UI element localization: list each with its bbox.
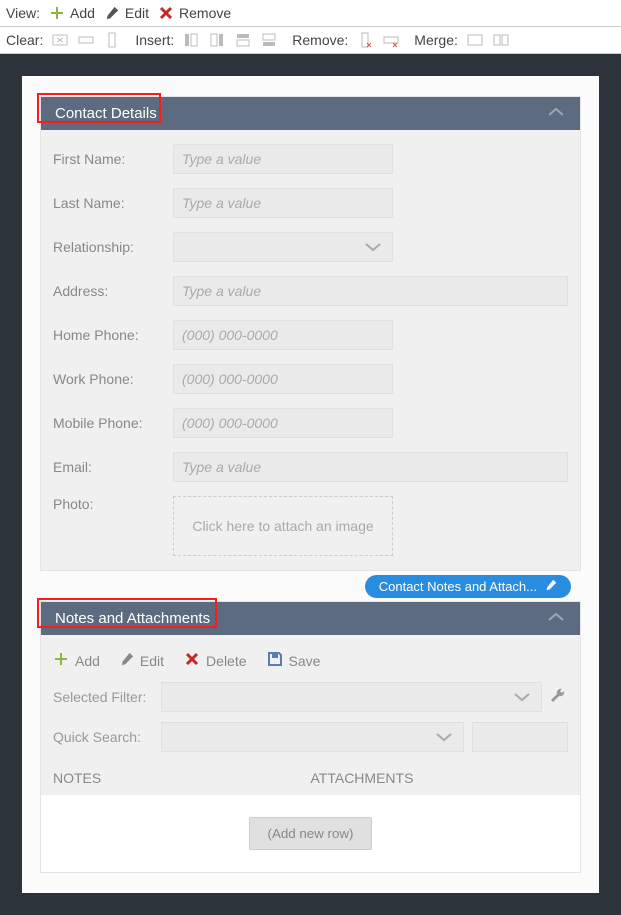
notes-edit-label: Edit bbox=[140, 653, 164, 669]
add-button[interactable]: Add bbox=[48, 4, 95, 22]
merge-label: Merge: bbox=[414, 32, 458, 48]
photo-label: Photo: bbox=[53, 496, 173, 512]
remove-button[interactable]: Remove bbox=[157, 4, 231, 22]
edit-button[interactable]: Edit bbox=[103, 4, 149, 22]
clear-row-icon[interactable] bbox=[77, 31, 95, 49]
add-label: Add bbox=[70, 5, 95, 21]
remove-label: Remove bbox=[179, 5, 231, 21]
selected-filter-label: Selected Filter: bbox=[53, 689, 153, 705]
notes-save-button[interactable]: Save bbox=[267, 651, 321, 670]
clear-col-icon[interactable] bbox=[103, 31, 121, 49]
notes-header[interactable]: Notes and Attachments bbox=[41, 602, 580, 635]
toolbar-view: View: Add Edit Remove bbox=[0, 0, 621, 27]
clear-cell-icon[interactable] bbox=[51, 31, 69, 49]
unmerge-icon[interactable] bbox=[492, 31, 510, 49]
contact-details-title: Contact Details bbox=[55, 105, 157, 122]
x-icon bbox=[157, 4, 175, 22]
notes-panel: Notes and Attachments Add Ed bbox=[40, 601, 581, 873]
last-name-label: Last Name: bbox=[53, 195, 173, 211]
insert-row-below-icon[interactable] bbox=[260, 31, 278, 49]
grid-body: (Add new row) bbox=[41, 794, 580, 872]
notes-toolbar: Add Edit Delete Save bbox=[53, 645, 568, 682]
notes-panel-wrap: Contact Notes and Attach... Notes and At… bbox=[40, 601, 581, 873]
save-icon bbox=[267, 651, 283, 670]
insert-col-right-icon[interactable] bbox=[208, 31, 226, 49]
plus-icon bbox=[53, 651, 69, 670]
chevron-up-icon[interactable] bbox=[546, 105, 566, 122]
wrench-icon[interactable] bbox=[550, 687, 568, 708]
relationship-select[interactable] bbox=[173, 232, 393, 262]
design-canvas-outer: Contact Details First Name: Last Name: R… bbox=[0, 54, 621, 915]
photo-dropzone[interactable]: Click here to attach an image bbox=[173, 496, 393, 556]
insert-label: Insert: bbox=[135, 32, 174, 48]
x-icon bbox=[184, 651, 200, 670]
notes-edit-button[interactable]: Edit bbox=[120, 651, 164, 670]
email-input[interactable] bbox=[173, 452, 568, 482]
selected-filter-select[interactable] bbox=[161, 682, 542, 712]
address-input[interactable] bbox=[173, 276, 568, 306]
notes-add-label: Add bbox=[75, 653, 100, 669]
notes-delete-button[interactable]: Delete bbox=[184, 651, 246, 670]
insert-col-left-icon[interactable] bbox=[182, 31, 200, 49]
notes-column-header[interactable]: NOTES bbox=[53, 770, 311, 786]
attachments-column-header[interactable]: ATTACHMENTS bbox=[311, 770, 569, 786]
photo-placeholder: Click here to attach an image bbox=[192, 518, 373, 534]
design-canvas: Contact Details First Name: Last Name: R… bbox=[22, 76, 599, 893]
contact-details-body: First Name: Last Name: Relationship: Add… bbox=[41, 130, 580, 570]
relationship-label: Relationship: bbox=[53, 239, 173, 255]
quick-search-input[interactable] bbox=[472, 722, 568, 752]
last-name-input[interactable] bbox=[173, 188, 393, 218]
contact-details-panel: Contact Details First Name: Last Name: R… bbox=[40, 96, 581, 571]
pencil-icon bbox=[120, 652, 134, 669]
address-label: Address: bbox=[53, 283, 173, 299]
bubble-text: Contact Notes and Attach... bbox=[379, 579, 537, 594]
email-label: Email: bbox=[53, 459, 173, 475]
notes-body: Add Edit Delete Save bbox=[41, 635, 580, 872]
edit-label: Edit bbox=[125, 5, 149, 21]
remove-col-icon[interactable] bbox=[356, 31, 374, 49]
notes-title: Notes and Attachments bbox=[55, 610, 210, 627]
quick-search-label: Quick Search: bbox=[53, 729, 153, 745]
remove-table-label: Remove: bbox=[292, 32, 348, 48]
insert-row-above-icon[interactable] bbox=[234, 31, 252, 49]
clear-label: Clear: bbox=[6, 32, 43, 48]
toolbar-table: Clear: Insert: Remove: Merge: bbox=[0, 27, 621, 54]
designer-tag-bubble[interactable]: Contact Notes and Attach... bbox=[365, 575, 571, 598]
quick-search-select[interactable] bbox=[161, 722, 464, 752]
first-name-label: First Name: bbox=[53, 151, 173, 167]
grid-header: NOTES ATTACHMENTS bbox=[53, 762, 568, 794]
pencil-icon bbox=[103, 4, 121, 22]
chevron-up-icon[interactable] bbox=[546, 610, 566, 627]
work-phone-input[interactable] bbox=[173, 364, 393, 394]
merge-icon[interactable] bbox=[466, 31, 484, 49]
first-name-input[interactable] bbox=[173, 144, 393, 174]
view-label: View: bbox=[6, 5, 40, 21]
pencil-icon bbox=[545, 579, 557, 594]
notes-add-button[interactable]: Add bbox=[53, 651, 100, 670]
home-phone-input[interactable] bbox=[173, 320, 393, 350]
remove-row-icon[interactable] bbox=[382, 31, 400, 49]
mobile-phone-label: Mobile Phone: bbox=[53, 415, 173, 431]
notes-delete-label: Delete bbox=[206, 653, 246, 669]
mobile-phone-input[interactable] bbox=[173, 408, 393, 438]
add-new-row-button[interactable]: (Add new row) bbox=[249, 817, 373, 850]
work-phone-label: Work Phone: bbox=[53, 371, 173, 387]
contact-details-header[interactable]: Contact Details bbox=[41, 97, 580, 130]
home-phone-label: Home Phone: bbox=[53, 327, 173, 343]
notes-save-label: Save bbox=[289, 653, 321, 669]
plus-icon bbox=[48, 4, 66, 22]
